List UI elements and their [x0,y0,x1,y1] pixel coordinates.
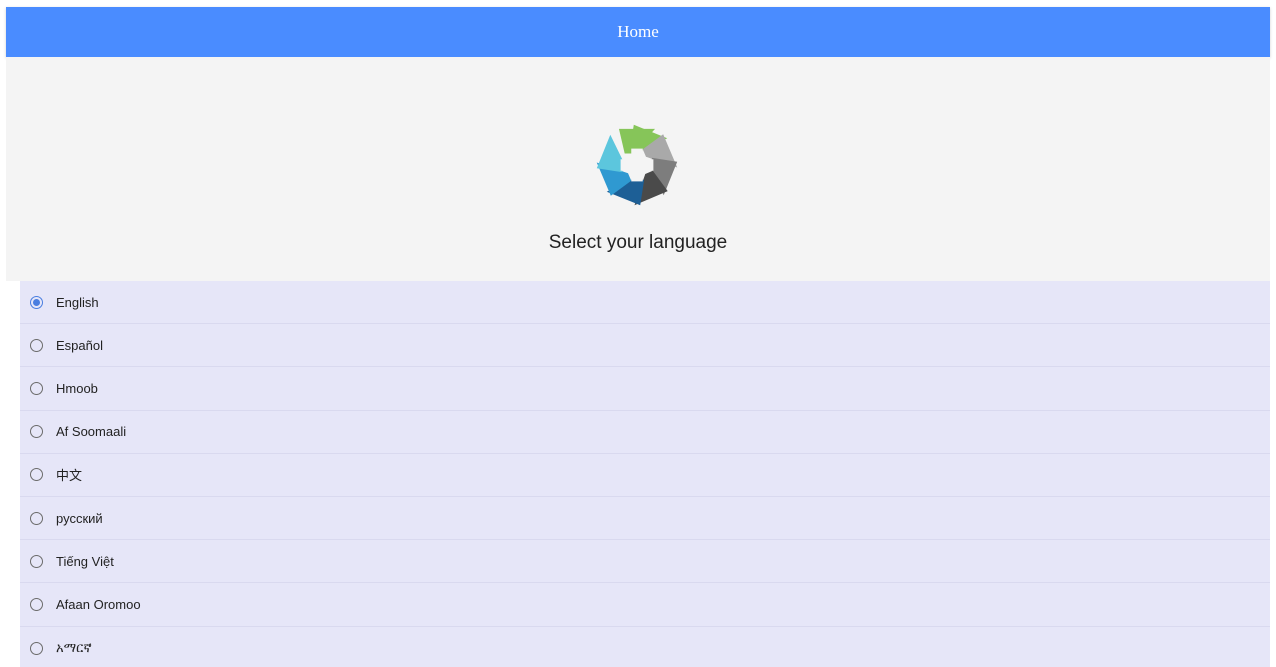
language-option-russian[interactable]: русский [20,497,1270,541]
radio-button[interactable] [30,338,43,352]
language-list: English Español Hmoob Af Soomaali 中文 рус… [20,281,1270,667]
language-label: Afaan Oromoo [56,596,141,612]
language-label: English [56,294,99,310]
language-option-amharic[interactable]: አማርኛ [20,627,1270,667]
radio-button[interactable] [30,381,43,395]
language-option-english[interactable]: English [20,281,1270,325]
app-bar-title: Home [617,22,659,41]
language-option-af-soomaali[interactable]: Af Soomaali [20,411,1270,454]
radio-button[interactable] [30,597,43,611]
app-bar: Home [6,7,1270,57]
radio-button[interactable] [30,554,43,568]
health-cross-logo-icon [596,124,678,206]
language-option-chinese[interactable]: 中文 [20,454,1270,497]
radio-button[interactable] [30,425,43,439]
language-option-hmoob[interactable]: Hmoob [20,367,1270,411]
select-language-title: Select your language [548,232,728,253]
radio-button[interactable] [30,641,43,655]
language-label: Español [56,337,103,353]
language-option-espanol[interactable]: Español [20,324,1270,368]
radio-button[interactable] [30,468,43,482]
language-option-afaan-oromoo[interactable]: Afaan Oromoo [20,583,1270,627]
language-label: አማርኛ [56,640,92,656]
language-label: Tiếng Việt [56,553,114,569]
hero-section: Select your language [6,57,1270,281]
language-label: Hmoob [56,380,98,396]
language-label: русский [56,510,103,526]
language-label: Af Soomaali [56,424,127,440]
language-label: 中文 [56,468,83,484]
language-option-vietnamese[interactable]: Tiếng Việt [20,540,1270,584]
radio-button-selected[interactable] [30,295,43,309]
radio-button[interactable] [30,511,43,525]
